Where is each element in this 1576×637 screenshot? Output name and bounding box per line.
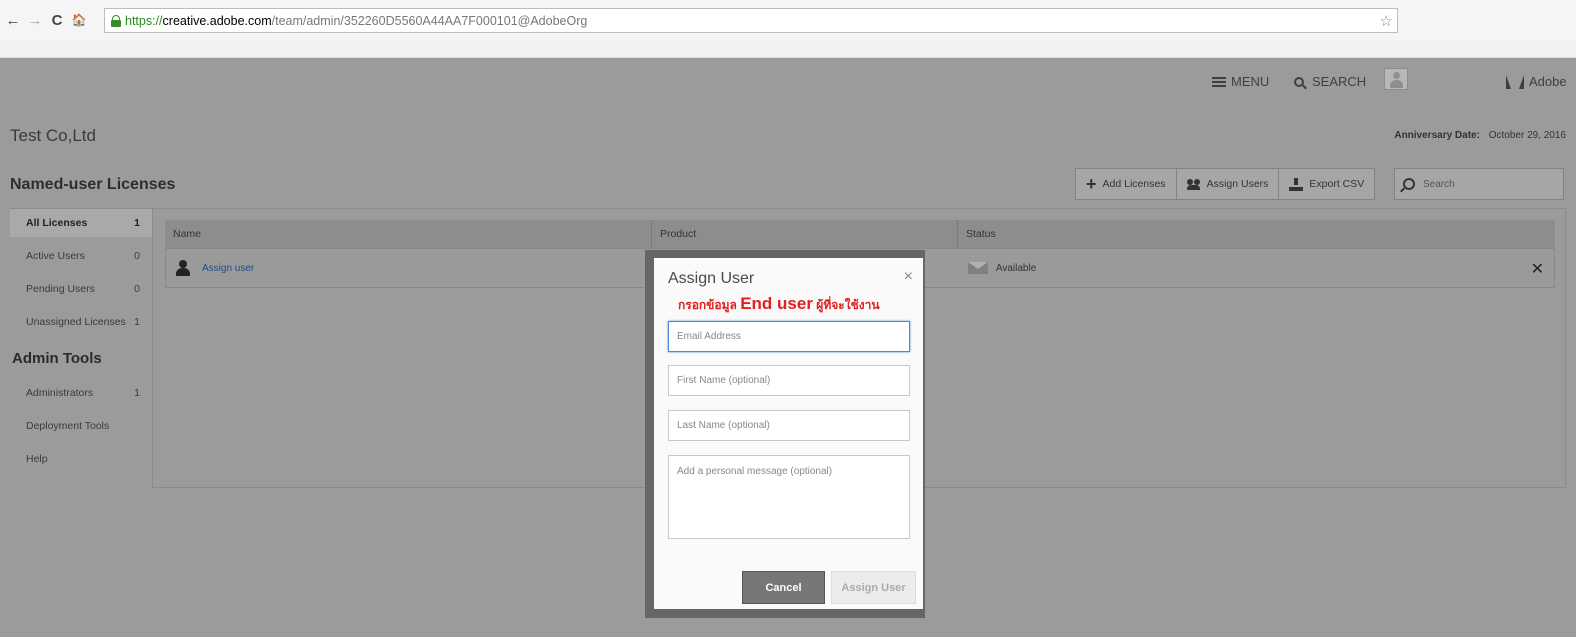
url-path: /team/admin/352260D5560A44AA7F000101@Ado… — [271, 13, 588, 28]
lock-icon — [111, 14, 121, 27]
home-icon[interactable]: 🏠 — [70, 13, 88, 27]
sidebar-item-label: Administrators — [26, 387, 94, 399]
table-header: Name Product Status — [165, 220, 1555, 248]
back-icon[interactable]: ← — [4, 12, 22, 29]
close-icon[interactable]: × — [904, 268, 913, 286]
sidebar-item-count: 1 — [134, 316, 140, 328]
email-placeholder: Email Address — [677, 331, 741, 342]
sidebar-item-label: Unassigned Licenses — [26, 316, 126, 328]
cancel-button[interactable]: Cancel — [742, 571, 825, 604]
assign-user-button[interactable]: Assign User — [831, 571, 916, 604]
column-header-name[interactable]: Name — [165, 220, 652, 248]
message-placeholder: Add a personal message (optional) — [677, 466, 833, 477]
annotation-prefix: กรอกข้อมูล — [678, 298, 737, 312]
assign-user-link[interactable]: Assign user — [202, 263, 254, 274]
anniversary-value: October 29, 2016 — [1488, 130, 1566, 141]
annotation-big: End user — [740, 294, 813, 313]
browser-chrome: ← → C 🏠 https:// creative.adobe.com /tea… — [0, 0, 1576, 58]
assign-users-button[interactable]: Assign Users — [1175, 168, 1279, 200]
url-scheme: https:// — [125, 13, 163, 28]
sidebar-item-label: Active Users — [26, 250, 85, 262]
menu-label: MENU — [1231, 74, 1270, 89]
export-csv-label: Export CSV — [1309, 178, 1365, 190]
last-name-field[interactable]: Last Name (optional) — [668, 410, 910, 441]
dialog-title: Assign User — [668, 270, 755, 287]
add-licenses-label: Add Licenses — [1102, 178, 1166, 190]
sidebar-item-label: Help — [26, 453, 48, 465]
address-bar[interactable]: https:// creative.adobe.com /team/admin/… — [104, 8, 1398, 33]
status-label: Available — [995, 262, 1037, 274]
first-name-field[interactable]: First Name (optional) — [668, 365, 910, 396]
search-label: SEARCH — [1312, 74, 1367, 89]
sidebar-item-all-licenses[interactable]: All Licenses 1 — [10, 209, 152, 237]
first-name-placeholder: First Name (optional) — [677, 375, 771, 386]
sidebar-item-count: 0 — [134, 250, 140, 262]
annotation-text: กรอกข้อมูล End user ผู้ที่จะใช้งาน — [678, 294, 880, 315]
bookmark-star-icon[interactable]: ☆ — [1380, 12, 1393, 30]
column-header-product[interactable]: Product — [652, 220, 958, 248]
sidebar-item-deployment-tools[interactable]: Deployment Tools — [10, 412, 152, 440]
search-icon — [1294, 76, 1304, 87]
reload-icon[interactable]: C — [48, 12, 66, 29]
message-field[interactable]: Add a personal message (optional) — [668, 455, 910, 539]
sidebar-item-unassigned-licenses[interactable]: Unassigned Licenses 1 — [10, 308, 152, 336]
users-icon — [1186, 178, 1201, 190]
brand-label: Adobe — [1529, 74, 1567, 89]
export-csv-button[interactable]: Export CSV — [1278, 168, 1376, 200]
adobe-logo-icon — [1506, 74, 1524, 89]
anniversary-label: Anniversary Date: — [1394, 130, 1480, 141]
search-placeholder: Search — [1423, 178, 1455, 190]
user-icon — [176, 260, 190, 276]
avatar[interactable] — [1384, 68, 1408, 90]
cell-status: Available — [958, 249, 1554, 287]
anniversary-date: Anniversary Date: October 29, 2016 — [1394, 130, 1566, 141]
page-title: Named-user Licenses — [10, 176, 176, 193]
close-icon[interactable]: ✕ — [1531, 259, 1544, 279]
last-name-placeholder: Last Name (optional) — [677, 420, 770, 431]
assign-users-label: Assign Users — [1206, 178, 1269, 190]
sidebar-item-count: 1 — [134, 387, 140, 399]
menu-button[interactable]: MENU — [1212, 74, 1269, 89]
add-licenses-button[interactable]: + Add Licenses — [1075, 168, 1176, 200]
download-icon — [1289, 177, 1304, 191]
sidebar-item-label: All Licenses — [26, 217, 88, 229]
url-host: creative.adobe.com — [162, 13, 272, 28]
adobe-brand[interactable]: Adobe — [1506, 74, 1567, 89]
plus-icon: + — [1086, 174, 1097, 194]
sidebar-item-help[interactable]: Help — [10, 445, 152, 473]
sidebar-item-active-users[interactable]: Active Users 0 — [10, 242, 152, 270]
admin-tools-heading: Admin Tools — [12, 350, 102, 367]
forward-icon[interactable]: → — [26, 12, 44, 29]
envelope-icon — [967, 262, 988, 274]
top-navbar: MENU SEARCH Adobe — [0, 58, 1576, 102]
sidebar: All Licenses 1 Active Users 0 Pending Us… — [10, 209, 152, 478]
sidebar-item-count: 0 — [134, 283, 140, 295]
assign-user-dialog: Assign User × กรอกข้อมูล End user ผู้ที่… — [654, 258, 923, 609]
cell-name: Assign user — [166, 249, 652, 287]
license-toolbar: + Add Licenses Assign Users Export CSV — [1075, 168, 1376, 200]
sidebar-item-label: Pending Users — [26, 283, 95, 295]
column-header-status[interactable]: Status — [958, 220, 1555, 248]
email-field[interactable]: Email Address — [668, 321, 910, 352]
menu-icon — [1212, 76, 1226, 87]
org-name: Test Co,Ltd — [10, 126, 96, 145]
sidebar-item-count: 1 — [134, 217, 140, 229]
search-input[interactable]: Search — [1394, 168, 1564, 200]
annotation-suffix: ผู้ที่จะใช้งาน — [816, 298, 880, 312]
sidebar-item-label: Deployment Tools — [26, 420, 110, 432]
sidebar-item-administrators[interactable]: Administrators 1 — [10, 379, 152, 407]
search-icon — [1403, 178, 1415, 190]
search-button[interactable]: SEARCH — [1294, 74, 1366, 89]
sidebar-item-pending-users[interactable]: Pending Users 0 — [10, 275, 152, 303]
